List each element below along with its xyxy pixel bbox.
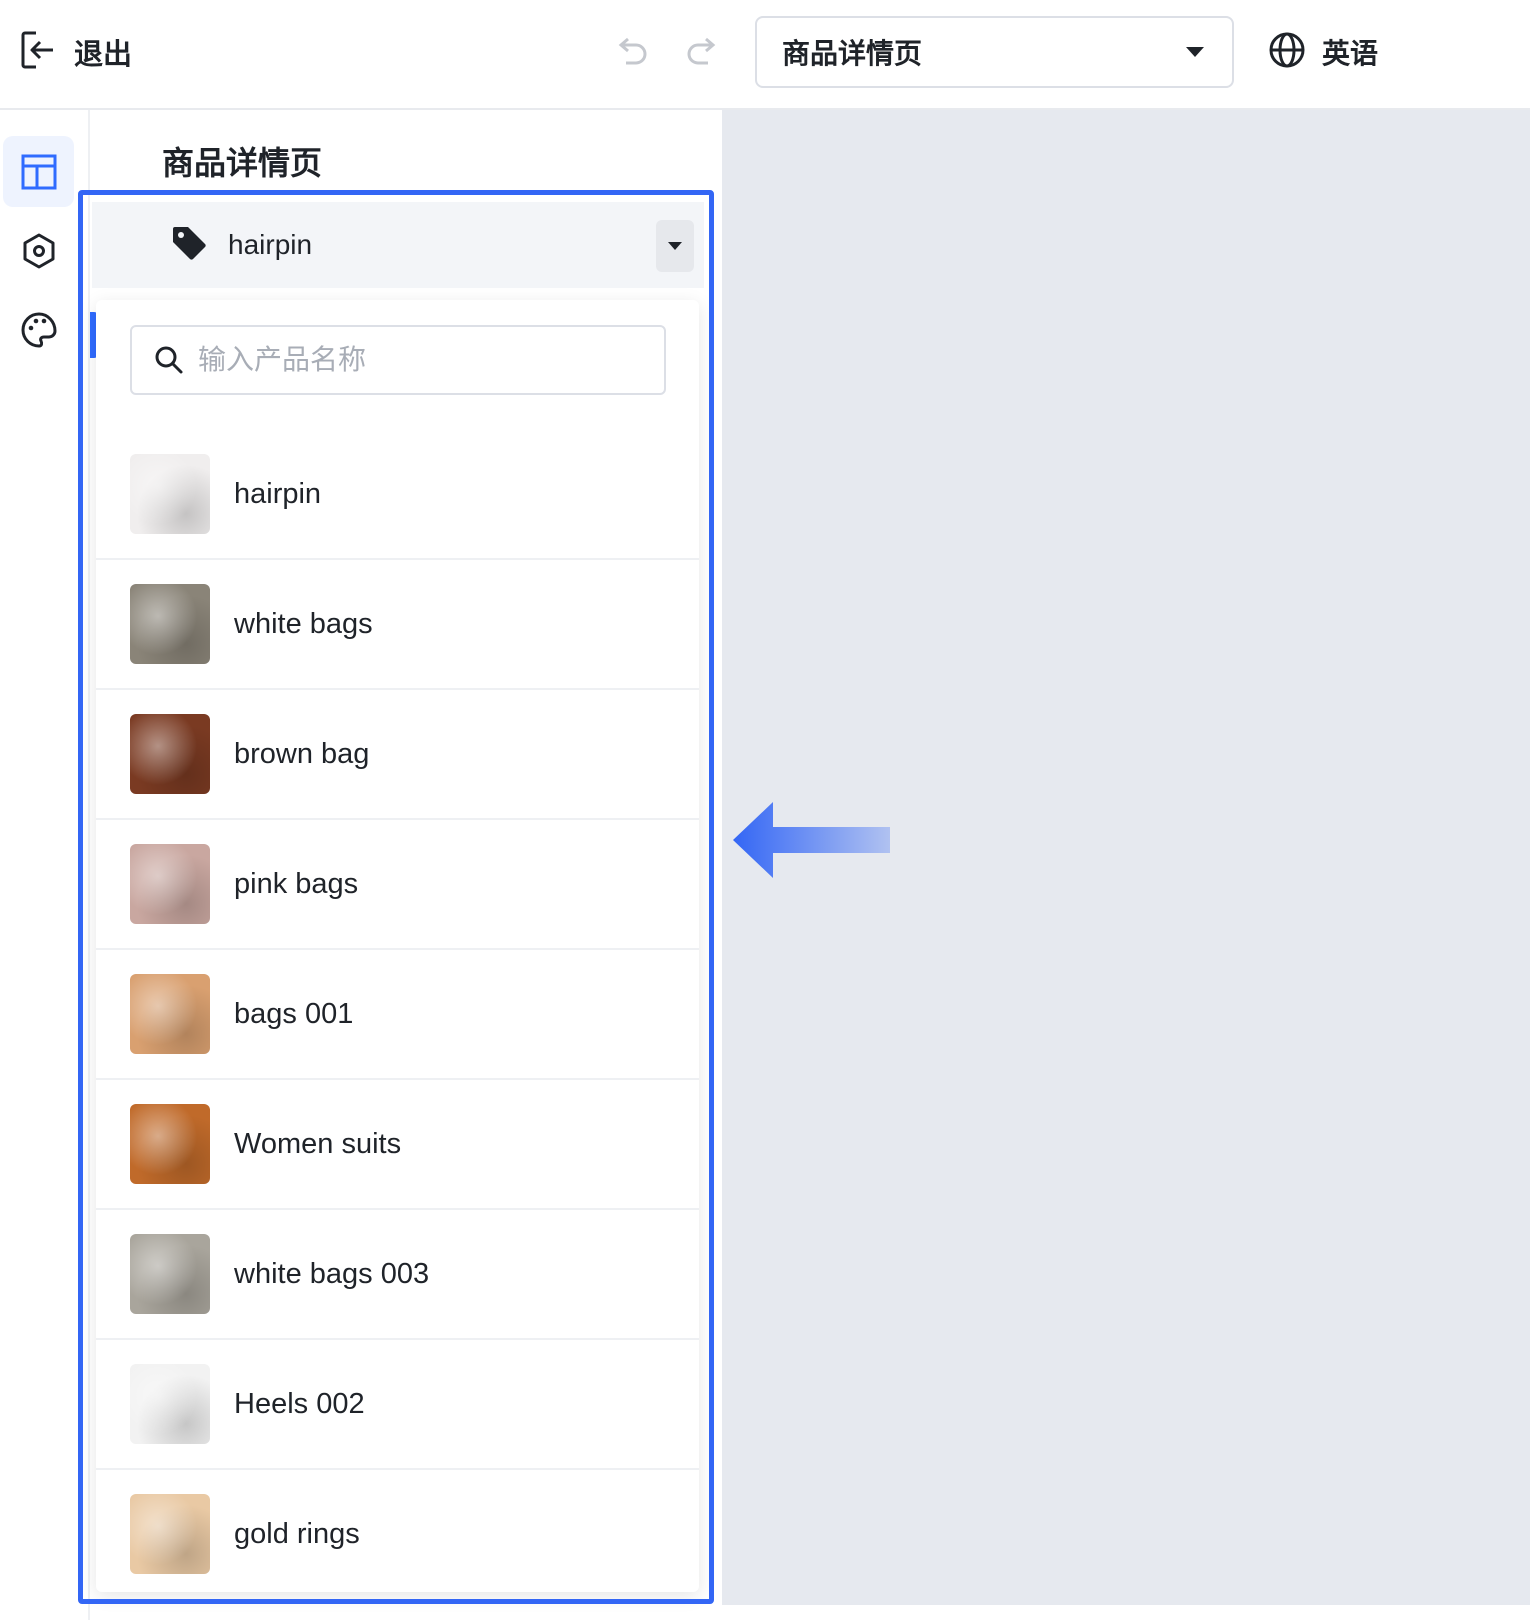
product-search-input[interactable] [198, 344, 638, 376]
rail-item-settings[interactable] [3, 215, 74, 286]
panel-title: 商品详情页 [162, 145, 323, 181]
product-option-label: bags 001 [234, 997, 354, 1030]
redo-icon [687, 37, 716, 65]
product-thumbnail [130, 1494, 210, 1574]
exit-button[interactable]: 退出 [20, 30, 132, 74]
page-type-select-value: 商品详情页 [782, 38, 923, 69]
chevron-down-icon [668, 242, 682, 250]
rail-item-theme[interactable] [3, 294, 74, 365]
layout-icon [21, 154, 56, 189]
globe-icon [1268, 31, 1306, 74]
product-option-label: Heels 002 [234, 1387, 365, 1420]
product-thumbnail [130, 584, 210, 664]
tag-icon [170, 224, 208, 267]
product-search-box[interactable] [130, 325, 666, 395]
product-option-label: brown bag [234, 737, 370, 770]
product-option[interactable]: white bags 003 [96, 1210, 699, 1340]
product-list: hairpin white bags brown bag pink bags bags … [96, 430, 699, 1592]
product-option[interactable]: white bags [96, 560, 699, 690]
product-select[interactable]: hairpin [92, 202, 704, 288]
product-option-label: white bags [234, 607, 373, 640]
left-rail [0, 110, 90, 1620]
language-label: 英语 [1322, 38, 1379, 69]
page-type-select[interactable]: 商品详情页 [755, 16, 1234, 88]
product-thumbnail [130, 1104, 210, 1184]
product-option[interactable]: brown bag [96, 690, 699, 820]
product-option-label: Women suits [234, 1127, 402, 1160]
search-icon [155, 346, 183, 374]
product-option[interactable]: Women suits [96, 1080, 699, 1210]
language-button[interactable]: 英语 [1268, 30, 1378, 74]
top-toolbar: 退出 商品详情页 英语 [0, 0, 1530, 110]
exit-label: 退出 [74, 39, 133, 71]
product-option-label: gold rings [234, 1517, 360, 1550]
product-thumbnail [130, 714, 210, 794]
rail-item-layout[interactable] [3, 136, 74, 207]
palette-icon [21, 311, 57, 348]
product-dropdown: hairpin white bags brown bag pink bags bags … [96, 300, 699, 1592]
product-thumbnail [130, 974, 210, 1054]
product-select-value: hairpin [228, 229, 313, 260]
exit-icon [20, 30, 56, 75]
settings-hexagon-icon [23, 233, 54, 268]
pointer-arrow-icon [733, 802, 890, 878]
product-option[interactable]: pink bags [96, 820, 699, 950]
product-option[interactable]: hairpin [96, 430, 699, 560]
product-option-label: hairpin [234, 477, 322, 510]
product-thumbnail [130, 1234, 210, 1314]
product-select-toggle[interactable] [656, 220, 694, 272]
undo-button[interactable] [612, 32, 652, 72]
product-option[interactable]: Heels 002 [96, 1340, 699, 1470]
product-thumbnail [130, 844, 210, 924]
product-option-label: white bags 003 [234, 1257, 430, 1290]
product-option[interactable]: bags 001 [96, 950, 699, 1080]
chevron-down-icon [1186, 47, 1204, 57]
product-thumbnail [130, 454, 210, 534]
undo-icon [618, 37, 647, 65]
redo-button[interactable] [682, 32, 722, 72]
product-option[interactable]: gold rings [96, 1470, 699, 1592]
product-option-label: pink bags [234, 867, 359, 900]
product-thumbnail [130, 1364, 210, 1444]
